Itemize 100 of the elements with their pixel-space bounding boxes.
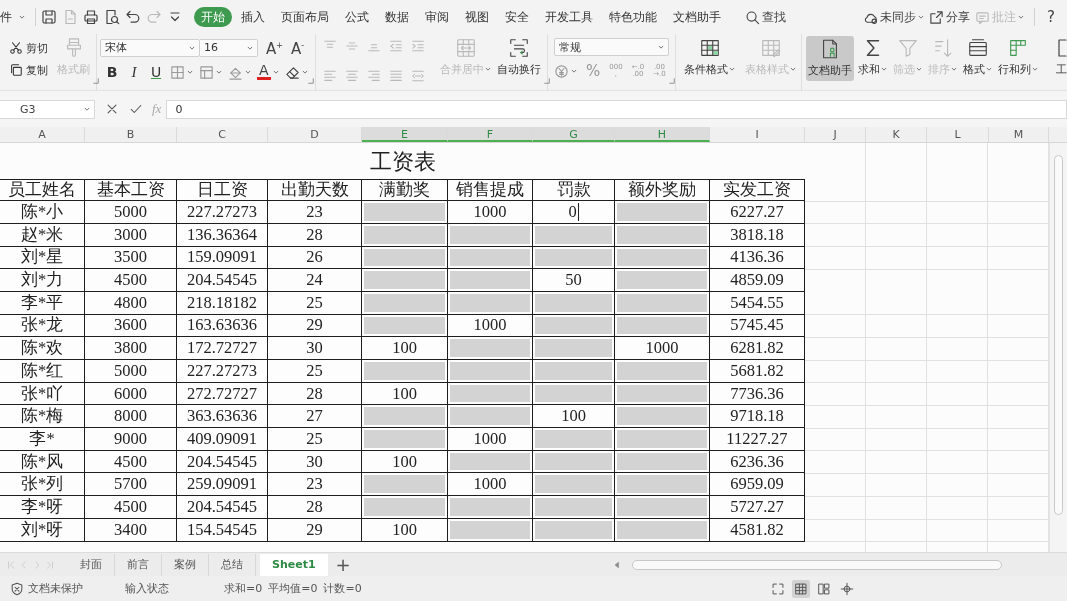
menu-tab[interactable]: 页面布局: [274, 7, 336, 27]
table-cell: 李*: [0, 428, 85, 451]
table-cell: 28: [268, 382, 362, 406]
italic-button[interactable]: I: [126, 63, 142, 81]
sheet-tab[interactable]: 前言: [115, 553, 162, 576]
table-cell: 刘*呀: [0, 518, 85, 542]
save-icon[interactable]: [41, 9, 57, 25]
menu-tab[interactable]: 公式: [338, 7, 376, 27]
table-cell: 100: [362, 450, 448, 474]
cancel-icon[interactable]: [105, 102, 119, 116]
column-header[interactable]: A: [0, 127, 85, 142]
sheet-tab[interactable]: 封面: [68, 553, 115, 576]
menu-tab[interactable]: 审阅: [418, 7, 456, 27]
caret-icon: [19, 14, 25, 20]
dialog-launcher-icon[interactable]: [669, 78, 675, 84]
sheet-grid[interactable]: [0, 143, 1049, 552]
table-cell: 5727.27: [710, 496, 805, 519]
previous-sheet-icon[interactable]: [19, 559, 29, 570]
table-cell: 11227.27: [710, 428, 805, 451]
check-icon[interactable]: [129, 102, 143, 116]
next-sheet-icon[interactable]: [32, 559, 42, 570]
page-magnifier-icon[interactable]: [104, 9, 120, 25]
column-header[interactable]: B: [85, 127, 177, 142]
active-cell[interactable]: 0: [533, 201, 615, 224]
table-header-cell: 日工资: [177, 178, 268, 202]
table-cell: 3400: [85, 518, 177, 542]
printer-icon[interactable]: [83, 9, 99, 25]
underline-button[interactable]: U: [148, 64, 164, 80]
sync-button[interactable]: 未同步: [863, 9, 925, 25]
rows-columns-button[interactable]: 行和列: [996, 34, 1040, 90]
column-header[interactable]: M: [989, 127, 1049, 142]
format-button[interactable]: 格式: [961, 34, 994, 90]
column-header[interactable]: L: [927, 127, 989, 142]
caret-icon: [189, 44, 195, 51]
shrink-font-button[interactable]: A$^{-}$: [290, 38, 305, 57]
undo-icon[interactable]: [125, 9, 141, 25]
file-menu-button[interactable]: 件: [0, 8, 30, 26]
count-readout: 计数=0: [323, 581, 362, 596]
scroll-left-icon[interactable]: [612, 559, 622, 570]
add-sheet-button[interactable]: +: [335, 554, 351, 575]
menu-tab[interactable]: 视图: [458, 7, 496, 27]
menu-tab[interactable]: 特色功能: [602, 7, 664, 27]
conditional-format-button[interactable]: 条件格式: [681, 34, 738, 90]
menu-tab[interactable]: 数据: [378, 7, 416, 27]
grow-font-button[interactable]: A$^{+}$: [266, 38, 283, 57]
font-family-dropdown[interactable]: 宋体: [100, 38, 200, 57]
menu-tab[interactable]: 文档助手: [666, 7, 728, 27]
table-cell: 218.18182: [177, 291, 268, 315]
copy-button[interactable]: 复制: [9, 62, 48, 78]
currency-button[interactable]: [554, 63, 577, 79]
grid-view-icon[interactable]: [791, 579, 810, 598]
share-button[interactable]: 分享: [929, 9, 971, 25]
dialog-launcher-icon[interactable]: [544, 78, 550, 84]
bold-button[interactable]: B: [104, 64, 120, 80]
table-cell: 7736.36: [710, 382, 805, 406]
table-cell: 154.54545: [177, 518, 268, 542]
formula-input[interactable]: 0: [166, 99, 1067, 119]
document-assistant-button[interactable]: 文档助手: [806, 36, 854, 81]
table-cell: 259.09091: [177, 473, 268, 497]
table-cell: 4500: [85, 269, 177, 292]
table-cell: 204.54545: [177, 450, 268, 474]
dialog-launcher-icon[interactable]: [93, 78, 99, 84]
column-header[interactable]: I: [710, 127, 805, 142]
menu-tab[interactable]: 开始: [194, 7, 232, 27]
clear-button[interactable]: [284, 64, 308, 80]
first-sheet-icon[interactable]: [6, 559, 16, 570]
last-sheet-icon[interactable]: [45, 559, 55, 570]
column-header[interactable]: K: [866, 127, 927, 142]
column-header[interactable]: J: [805, 127, 866, 142]
table-header-cell: 实发工资: [710, 178, 805, 202]
table-cell: 3000: [85, 223, 177, 247]
font-size-dropdown[interactable]: 16: [200, 38, 258, 57]
sheet-tab[interactable]: 总结: [209, 553, 256, 576]
vertical-scrollbar[interactable]: [1049, 143, 1067, 552]
cut-button[interactable]: 剪切: [9, 40, 48, 56]
scrollbar-thumb[interactable]: [1054, 155, 1063, 515]
borders-button[interactable]: [170, 64, 193, 80]
table-cell: 6236.36: [710, 450, 805, 474]
help-button[interactable]: ?: [1045, 8, 1057, 26]
menu-tab[interactable]: 开发工具: [538, 7, 600, 27]
table-header-cell: 额外奖励: [615, 178, 710, 202]
worksheet-button[interactable]: 工: [1056, 34, 1067, 90]
name-box[interactable]: G3: [0, 99, 95, 119]
menu-tab[interactable]: 安全: [498, 7, 536, 27]
menu-tab[interactable]: 插入: [234, 7, 272, 27]
table-cell: 29: [268, 314, 362, 338]
sum-button[interactable]: 求和: [856, 34, 889, 90]
dialog-launcher-icon[interactable]: [307, 78, 314, 84]
number-format-dropdown[interactable]: 常规: [554, 38, 669, 56]
sheet-tab[interactable]: Sheet1: [260, 553, 328, 576]
table-cell: 5454.55: [710, 291, 805, 315]
protection-button[interactable]: 文档未保护: [10, 581, 83, 596]
column-header[interactable]: C: [177, 127, 268, 142]
input-mode-label: 输入状态: [125, 581, 169, 596]
sheet-tab[interactable]: 案例: [162, 553, 209, 576]
search-button[interactable]: 查找: [738, 6, 793, 28]
scrollbar-thumb[interactable]: [632, 559, 1002, 570]
share-icon: [929, 9, 945, 25]
cell-style-button[interactable]: [199, 64, 222, 80]
font-color-button[interactable]: A: [257, 64, 279, 80]
